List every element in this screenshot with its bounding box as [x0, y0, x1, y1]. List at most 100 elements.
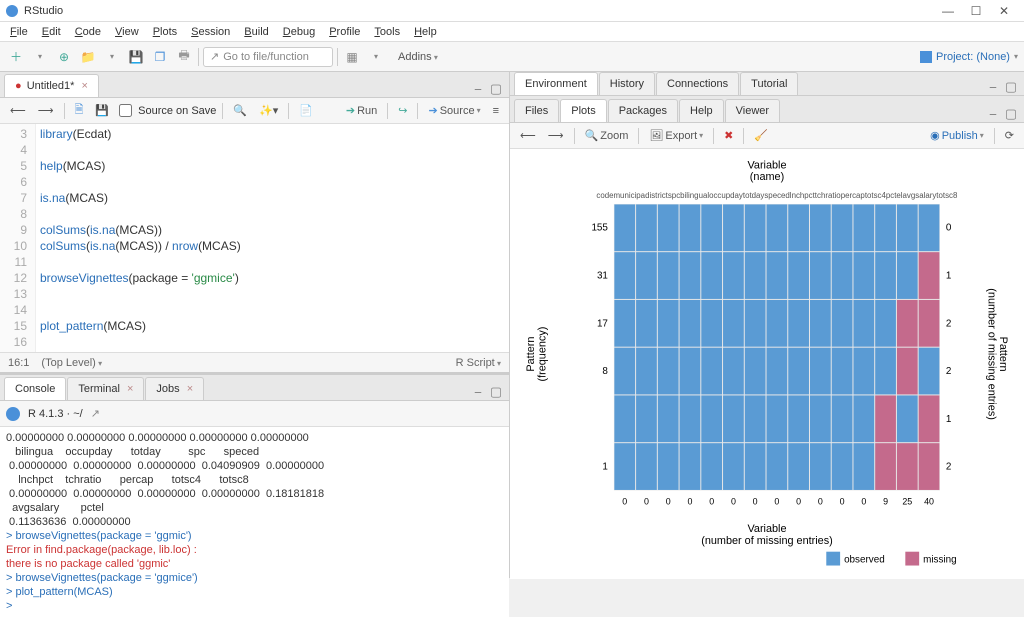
grid-dropdown[interactable] [366, 47, 386, 67]
svg-text:0: 0 [861, 496, 866, 506]
compile-button[interactable]: 📄 [295, 102, 317, 119]
svg-text:2: 2 [946, 462, 952, 473]
forward-button[interactable]: ⟶ [34, 102, 58, 119]
save-all-button[interactable]: ❐ [150, 47, 170, 67]
maximize-button[interactable]: ☐ [962, 4, 990, 18]
run-button[interactable]: ➔Run [342, 102, 381, 119]
svg-text:(number of missing entries): (number of missing entries) [985, 288, 997, 420]
environment-tabs: EnvironmentHistoryConnectionsTutorial ⎯ … [510, 72, 1024, 96]
remove-plot-button[interactable]: ✖ [720, 127, 737, 144]
source-editor[interactable]: 345678910111213141516 library(Ecdat) hel… [0, 124, 509, 352]
scope-selector[interactable]: (Top Level) [41, 357, 102, 369]
refresh-plot-button[interactable]: ⟳ [1001, 127, 1018, 144]
tab-help[interactable]: Help [679, 99, 724, 122]
minimize-button[interactable]: — [934, 4, 962, 18]
pane-collapse-icon[interactable]: ⎯ [984, 79, 1002, 95]
open-recent-dropdown[interactable] [102, 47, 122, 67]
tab-viewer[interactable]: Viewer [725, 99, 780, 122]
menu-view[interactable]: View [109, 24, 145, 40]
menu-plots[interactable]: Plots [147, 24, 183, 40]
open-file-button[interactable]: 📁 [78, 47, 98, 67]
menu-code[interactable]: Code [69, 24, 107, 40]
publish-button[interactable]: ◉ Publish [926, 127, 988, 144]
new-project-button[interactable]: ⊕ [54, 47, 74, 67]
tab-jobs[interactable]: Jobs × [145, 377, 204, 400]
source-on-save-checkbox[interactable] [119, 104, 132, 117]
source-toolbar: ⟵ ⟶ 🗎 💾 Source on Save 🔍 ✨▾ 📄 ➔Run ↪ ➔So… [0, 98, 509, 124]
svg-text:0: 0 [946, 223, 952, 234]
cursor-position: 16:1 [8, 357, 29, 369]
tab-tutorial[interactable]: Tutorial [740, 72, 798, 95]
grid-icon[interactable]: ▦ [342, 47, 362, 67]
tab-terminal[interactable]: Terminal × [67, 377, 144, 400]
console-path-icon[interactable]: ↗ [91, 407, 100, 420]
tab-environment[interactable]: Environment [514, 72, 598, 95]
source-tab-untitled[interactable]: ● Untitled1* × [4, 74, 99, 97]
rerun-button[interactable]: ↪ [394, 102, 411, 119]
svg-text:Variable: Variable [747, 159, 786, 171]
tab-history[interactable]: History [599, 72, 655, 95]
export-button[interactable]: 🖼 Export [645, 127, 707, 144]
new-file-dropdown[interactable] [30, 47, 50, 67]
tab-console[interactable]: Console [4, 377, 66, 400]
window-titlebar: RStudio — ☐ ✕ [0, 0, 1024, 22]
console-output[interactable]: 0.00000000 0.00000000 0.00000000 0.00000… [0, 427, 509, 617]
svg-text:155: 155 [591, 223, 608, 234]
svg-text:0: 0 [666, 496, 671, 506]
project-icon [920, 51, 932, 63]
svg-text:missing: missing [923, 555, 956, 566]
tab-connections[interactable]: Connections [656, 72, 739, 95]
close-button[interactable]: ✕ [990, 4, 1018, 18]
menu-edit[interactable]: Edit [36, 24, 67, 40]
svg-text:Pattern: Pattern [997, 337, 1009, 372]
goto-file-input[interactable]: ↗ Go to file/function [203, 47, 333, 67]
plot-next-button[interactable]: ⟶ [544, 127, 568, 144]
print-button[interactable]: 🖶 [174, 47, 194, 67]
source-tabs: ● Untitled1* × ⎯ ▢ [0, 72, 509, 98]
new-file-button[interactable]: ＋ [6, 47, 26, 67]
app-logo-icon [6, 5, 18, 17]
addins-menu[interactable]: Addins [390, 49, 446, 65]
menu-profile[interactable]: Profile [323, 24, 366, 40]
menu-debug[interactable]: Debug [277, 24, 321, 40]
menu-tools[interactable]: Tools [368, 24, 406, 40]
svg-text:40: 40 [924, 496, 934, 506]
svg-text:0: 0 [709, 496, 714, 506]
pane-collapse-icon[interactable]: ⎯ [469, 384, 487, 400]
menu-help[interactable]: Help [408, 24, 443, 40]
pane-collapse-icon[interactable]: ⎯ [469, 81, 487, 97]
tab-files[interactable]: Files [514, 99, 559, 122]
tab-packages[interactable]: Packages [608, 99, 678, 122]
find-button[interactable]: 🔍 [229, 102, 251, 119]
project-menu[interactable]: Project: (None) [920, 51, 1018, 63]
menu-file[interactable]: File [4, 24, 34, 40]
menu-build[interactable]: Build [238, 24, 274, 40]
svg-text:2: 2 [946, 366, 952, 377]
source-on-save-label: Source on Save [138, 105, 216, 117]
source-button[interactable]: ➔Source [424, 102, 484, 119]
save-button[interactable]: 💾 [126, 47, 146, 67]
plot-tabs: FilesPlotsPackagesHelpViewer ⎯ ▢ [510, 96, 1024, 123]
svg-text:0: 0 [753, 496, 758, 506]
menu-session[interactable]: Session [185, 24, 236, 40]
tab-plots[interactable]: Plots [560, 99, 606, 122]
outline-button[interactable]: ≡ [489, 103, 503, 119]
zoom-button[interactable]: 🔍 Zoom [581, 127, 633, 144]
svg-text:0: 0 [644, 496, 649, 506]
close-tab-icon[interactable]: × [81, 80, 87, 92]
pane-collapse-icon[interactable]: ⎯ [984, 106, 1002, 122]
show-doc-button[interactable]: 🗎 [71, 99, 88, 122]
clear-plots-button[interactable]: 🧹 [750, 127, 772, 144]
language-selector[interactable]: R Script [456, 357, 501, 369]
pane-maximize-icon[interactable]: ▢ [1002, 79, 1020, 95]
svg-text:Pattern: Pattern [525, 337, 537, 372]
pane-maximize-icon[interactable]: ▢ [487, 81, 505, 97]
svg-text:0: 0 [840, 496, 845, 506]
svg-text:1: 1 [946, 414, 952, 425]
save-source-button[interactable]: 💾 [91, 102, 113, 119]
wand-button[interactable]: ✨▾ [255, 102, 282, 119]
plot-prev-button[interactable]: ⟵ [516, 127, 540, 144]
back-button[interactable]: ⟵ [6, 102, 30, 119]
pane-maximize-icon[interactable]: ▢ [1002, 106, 1020, 122]
pane-maximize-icon[interactable]: ▢ [487, 384, 505, 400]
